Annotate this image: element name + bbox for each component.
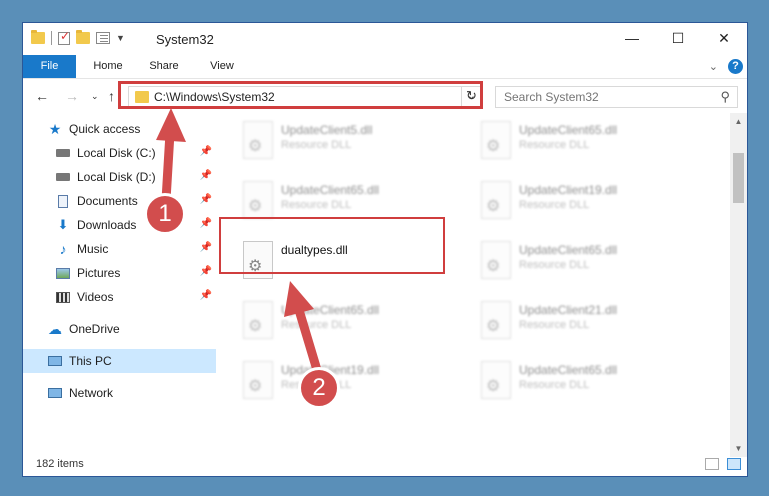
step-badge-1: 1 [144,193,186,235]
arrow-1 [156,108,186,205]
arrow-2 [284,281,322,375]
step-badge-2: 2 [298,367,340,409]
annotation-arrows [156,108,322,375]
